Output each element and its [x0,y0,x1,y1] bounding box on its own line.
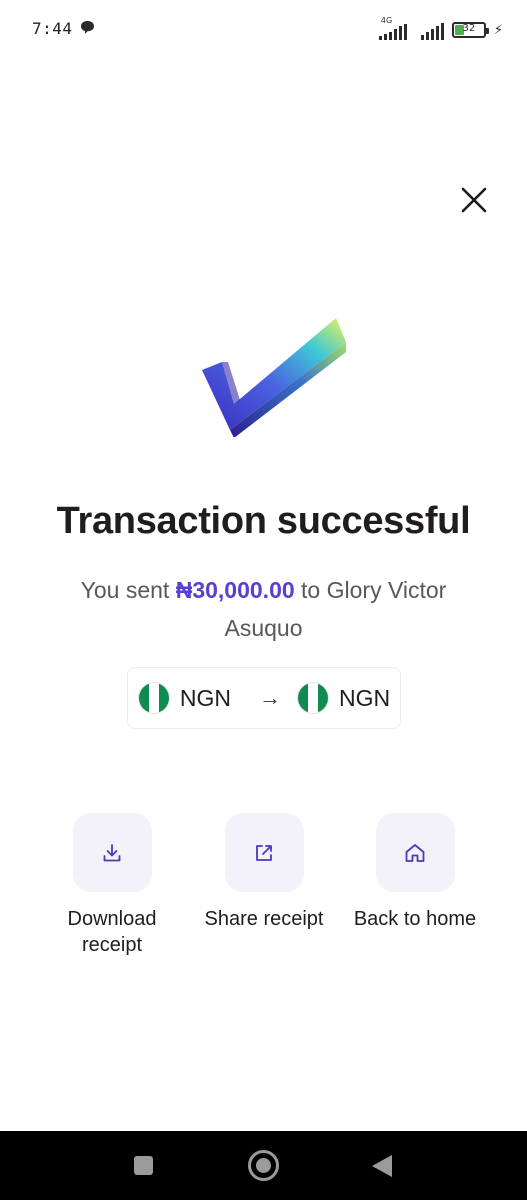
transaction-message: You sent ₦30,000.00 to Glory Victor Asuq… [40,571,487,647]
back-to-home-label: Back to home [353,908,477,930]
download-receipt-button[interactable]: Download receipt [37,813,187,958]
download-icon [103,843,121,861]
message-prefix: You sent [80,577,176,603]
charging-icon: ⚡ [493,22,503,37]
status-bar: 7:44 4G 32 ⚡ [0,0,527,58]
download-receipt-label: Download receipt [67,908,157,956]
back-to-home-button[interactable]: Back to home [340,813,490,932]
nigeria-flag-icon [137,682,170,714]
share-receipt-button[interactable]: Share receipt [189,813,339,932]
home-button[interactable] [248,1150,279,1181]
source-currency: NGN [179,684,231,711]
signal-icon [420,23,444,40]
arrow-right-icon: → [259,685,281,710]
status-indicators: 4G 32 ⚡ [378,16,503,40]
nigeria-flag-icon [297,682,329,714]
check-mark-icon [200,312,350,438]
system-navigation-bar [0,1131,527,1200]
download-tile[interactable] [72,813,152,892]
home-tile[interactable] [375,813,455,892]
status-time: 7:44 [32,19,73,38]
back-button[interactable] [372,1155,392,1177]
amount-sent: ₦30,000.00 [175,577,295,603]
share-receipt-label: Share receipt [204,908,324,930]
chat-bubble-icon [80,20,95,40]
page-title: Transaction successful [56,500,471,542]
home-icon [405,843,425,862]
close-button[interactable] [457,183,491,217]
target-currency: NGN [339,684,391,711]
recent-apps-button[interactable] [134,1156,153,1175]
share-tile[interactable] [224,813,304,892]
currency-conversion: NGN → NGN [127,667,401,729]
close-icon [461,187,487,213]
share-icon [256,844,272,861]
battery-percent: 32 [462,23,476,34]
signal-4g-icon: 4G [378,16,413,40]
battery-icon: 32 [451,22,489,38]
